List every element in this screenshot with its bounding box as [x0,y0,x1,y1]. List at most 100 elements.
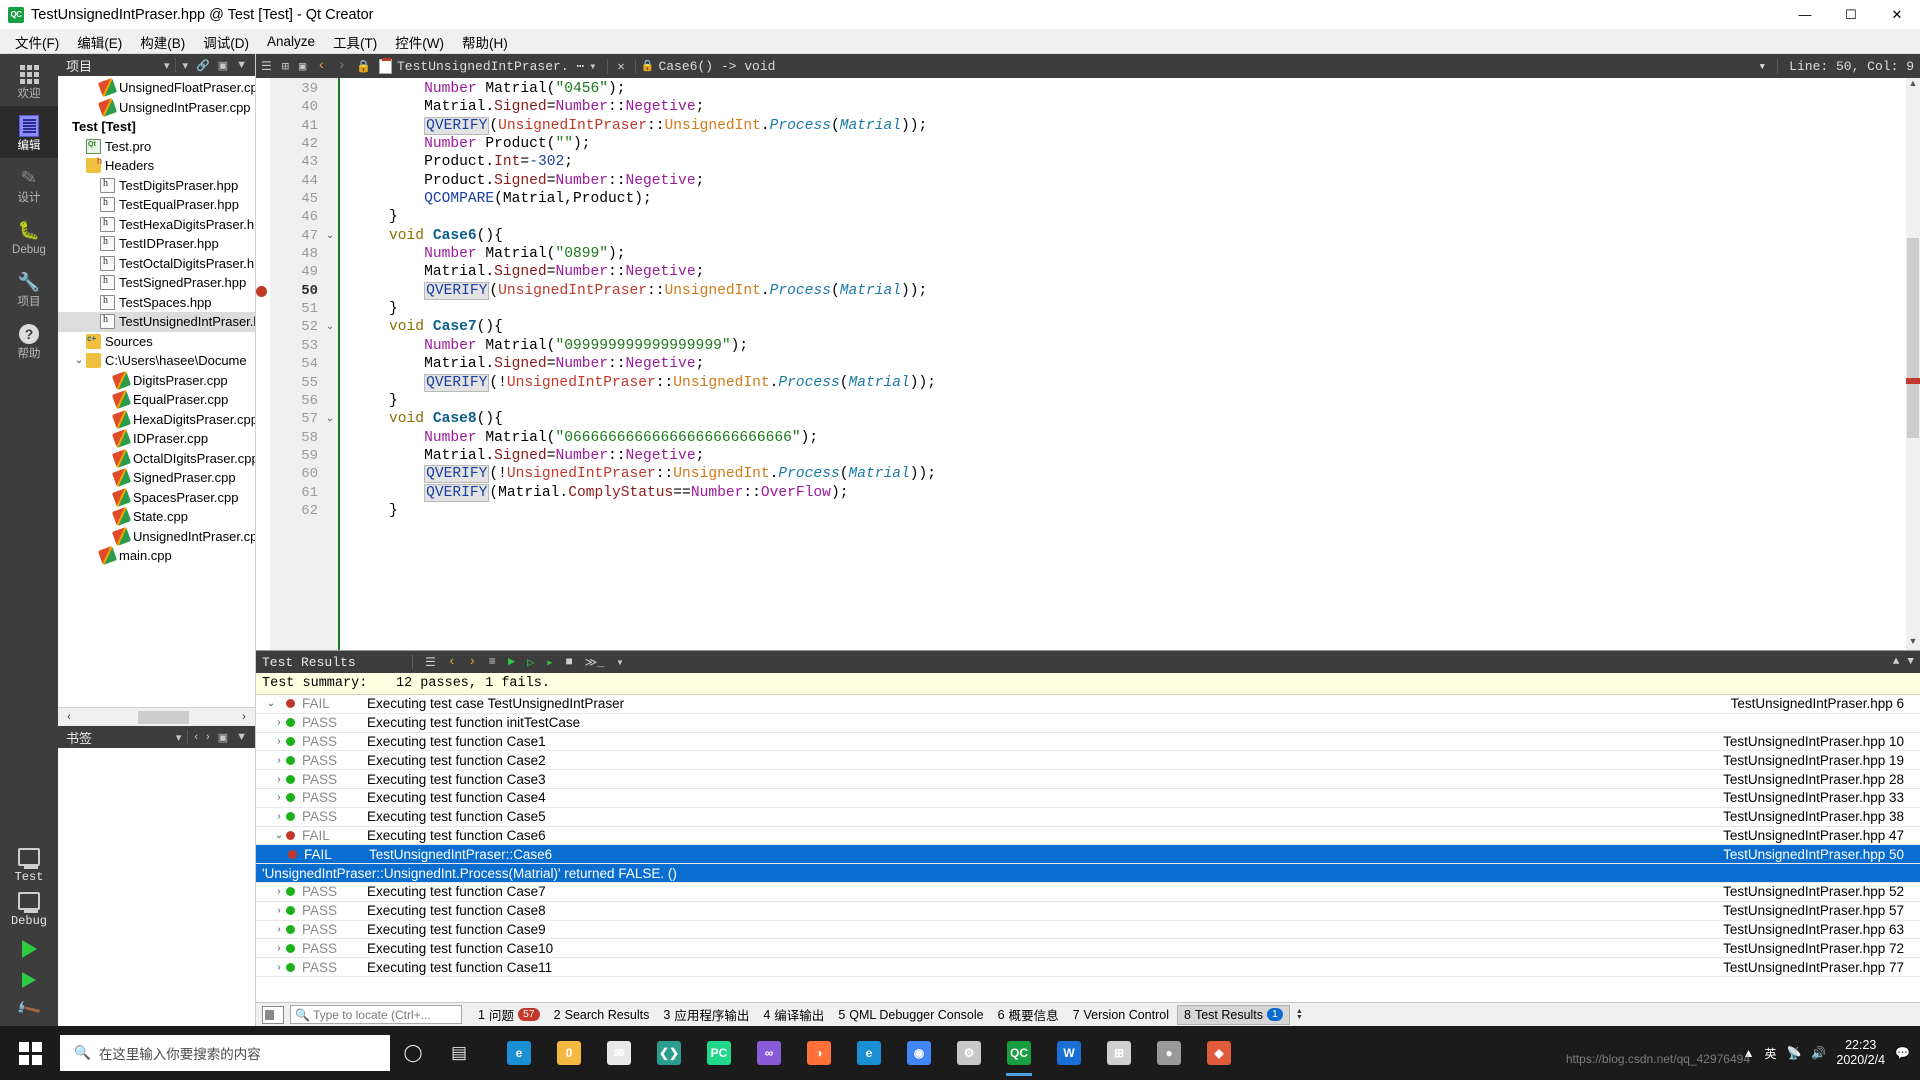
tree-item[interactable]: TestSpaces.hpp [58,293,255,313]
tree-item[interactable]: TestDigitsPraser.hpp [58,176,255,196]
row-expand-arrow[interactable]: › [256,755,286,766]
menu-item-0[interactable]: 文件(F) [6,30,68,54]
test-results-list[interactable]: ⌄ FAIL Executing test case TestUnsignedInt… [256,695,1920,1002]
tree-item[interactable]: TestUnsignedIntPraser.h [58,312,255,332]
fold-marker[interactable] [322,502,338,520]
test-result-row[interactable]: ⌄ FAIL Executing test case TestUnsignedInt… [256,695,1920,714]
row-expand-arrow[interactable]: › [256,943,286,954]
test-result-row[interactable]: › PASS Executing test function Case7 TestUn… [256,883,1920,902]
tree-item[interactable]: Sources [58,332,255,352]
fold-marker[interactable] [322,337,338,355]
mode-wrench[interactable]: 🔧 项目 [0,262,58,314]
tree-item[interactable]: TestIDPraser.hpp [58,234,255,254]
bookmarks-next-icon[interactable]: › [202,731,214,743]
add-split-icon[interactable]: ⊞ [277,59,294,74]
test-result-row[interactable]: › PASS Executing test function Case1 TestUn… [256,733,1920,752]
menu-item-1[interactable]: 编辑(E) [68,30,131,54]
remove-split-icon[interactable]: ▣ [294,59,311,74]
row-expand-arrow[interactable]: › [256,792,286,803]
menu-item-3[interactable]: 调试(D) [194,30,258,54]
tree-item[interactable]: DigitsPraser.cpp [58,371,255,391]
navigate-back-icon[interactable]: ‹ [311,58,331,74]
volume-icon[interactable]: 🔊 [1811,1046,1826,1060]
output-tab-6[interactable]: 6 概要信息 [992,1003,1065,1026]
tree-item[interactable]: TestSignedPraser.hpp [58,273,255,293]
link-icon[interactable]: 🔗 [192,59,214,72]
tree-item[interactable]: main.cpp [58,546,255,566]
cortana-circle-icon[interactable]: ◯ [390,1029,436,1077]
tree-item[interactable]: Test.pro [58,137,255,157]
edge-icon[interactable]: e [846,1029,892,1077]
sidebar-dropdown-icon[interactable]: ▾ [160,59,174,72]
bookmarks-dropdown-icon[interactable]: ▾ [172,731,186,744]
tree-item[interactable]: Headers [58,156,255,176]
scroll-thumb[interactable] [138,711,188,724]
menu-item-2[interactable]: 构建(B) [131,30,194,54]
bookmarks-split-icon[interactable]: ▣ [214,731,232,744]
clock[interactable]: 22:23 2020/2/4 [1836,1038,1885,1068]
tree-item[interactable]: TestEqualPraser.hpp [58,195,255,215]
filter-icon[interactable]: ▾ [178,59,192,72]
maximize-button[interactable]: ☐ [1828,0,1874,30]
code-folding-gutter[interactable]: ⌄ ⌄ ⌄ [322,78,338,650]
settings-icon[interactable]: ⚙ [946,1029,992,1077]
tree-item[interactable]: SpacesPraser.cpp [58,488,255,508]
tree-item[interactable]: TestHexaDigitsPraser.hp [58,215,255,235]
output-tab-3[interactable]: 3 应用程序输出 [657,1003,755,1026]
bookmarks-close-icon[interactable]: ▼ [232,731,251,743]
pycharm-icon[interactable]: PC [696,1029,742,1077]
network-icon[interactable]: 📡 [1786,1046,1801,1060]
editor-scroll-thumb[interactable] [1907,238,1919,438]
fold-marker[interactable] [322,190,338,208]
user-avatar-icon[interactable]: ● [1146,1029,1192,1077]
task-view-icon[interactable]: ▤ [436,1029,482,1077]
mode-bug[interactable]: 🐛 Debug [0,210,58,262]
error-marker[interactable] [1906,378,1920,384]
run-file-tests-icon[interactable]: ▸ [540,655,559,670]
output-tab-5[interactable]: 5 QML Debugger Console [832,1006,989,1024]
fold-marker[interactable] [322,374,338,392]
mode-design-pencil[interactable]: ✎ 设计 [0,158,58,210]
build-button[interactable]: 🔨 [15,996,44,1025]
editor-vertical-scrollbar[interactable]: ▲ ▼ [1906,78,1920,650]
tree-expand-arrow[interactable]: ⌄ [72,355,86,366]
row-expand-arrow[interactable]: › [256,886,286,897]
close-icon[interactable]: ▼ [232,59,251,71]
output-tab-7[interactable]: 7 Version Control [1067,1006,1175,1024]
test-result-row[interactable]: ⌄ FAIL Executing test function Case6 TestUn… [256,827,1920,846]
edge-legacy-icon[interactable]: e [496,1029,542,1077]
close-panel-icon[interactable]: ▼ [1907,656,1914,668]
fold-marker[interactable]: ⌄ [322,410,338,428]
project-tree[interactable]: UnsignedFloatPraser.cp UnsignedIntPraser.… [58,76,255,707]
output-tab-8[interactable]: 8 Test Results 1 [1177,1005,1290,1025]
row-expand-arrow[interactable]: › [256,905,286,916]
scroll-up-icon[interactable]: ▲ [1906,78,1920,92]
locator-input[interactable]: 🔍 Type to locate (Ctrl+... [290,1005,462,1024]
fold-marker[interactable]: ⌄ [322,318,338,336]
tree-item[interactable]: UnsignedFloatPraser.cp [58,78,255,98]
start-debugging-button[interactable] [22,972,36,988]
scroll-track[interactable] [80,711,233,724]
test-result-row[interactable]: › PASS Executing test function Case5 TestUn… [256,808,1920,827]
test-result-row[interactable]: › PASS Executing test function Case3 TestUn… [256,770,1920,789]
filter-icon[interactable]: ▾ [610,655,629,670]
fold-marker[interactable] [322,447,338,465]
mode-grid[interactable]: 欢迎 [0,54,58,106]
next-arrow-icon[interactable]: › [462,654,482,670]
fold-marker[interactable] [322,429,338,447]
tree-item[interactable]: UnsignedIntPraser.cpp [58,98,255,118]
fold-marker[interactable] [322,263,338,281]
row-expand-arrow[interactable]: › [256,962,286,973]
fold-marker[interactable] [322,282,338,300]
fold-marker[interactable] [322,484,338,502]
test-result-row[interactable]: 'UnsignedIntPraser::UnsignedInt.Process(… [256,864,1920,883]
row-expand-arrow[interactable]: › [256,924,286,935]
code-editor[interactable]: 39 40 41 42 43 44 45 46 47 48 49 50 51 52 53 54 55 56 57 58… [256,78,1920,650]
open-document-selector[interactable]: TestUnsignedIntPraser. ⋯ [375,59,584,74]
list-icon[interactable]: ≡ [483,655,502,669]
scroll-down-icon[interactable]: ▼ [1906,636,1920,650]
menu-item-5[interactable]: 工具(T) [324,30,386,54]
close-document-icon[interactable]: ✕ [613,59,630,74]
navigate-forward-icon[interactable]: › [332,58,352,74]
stop-icon[interactable]: ■ [559,655,578,669]
